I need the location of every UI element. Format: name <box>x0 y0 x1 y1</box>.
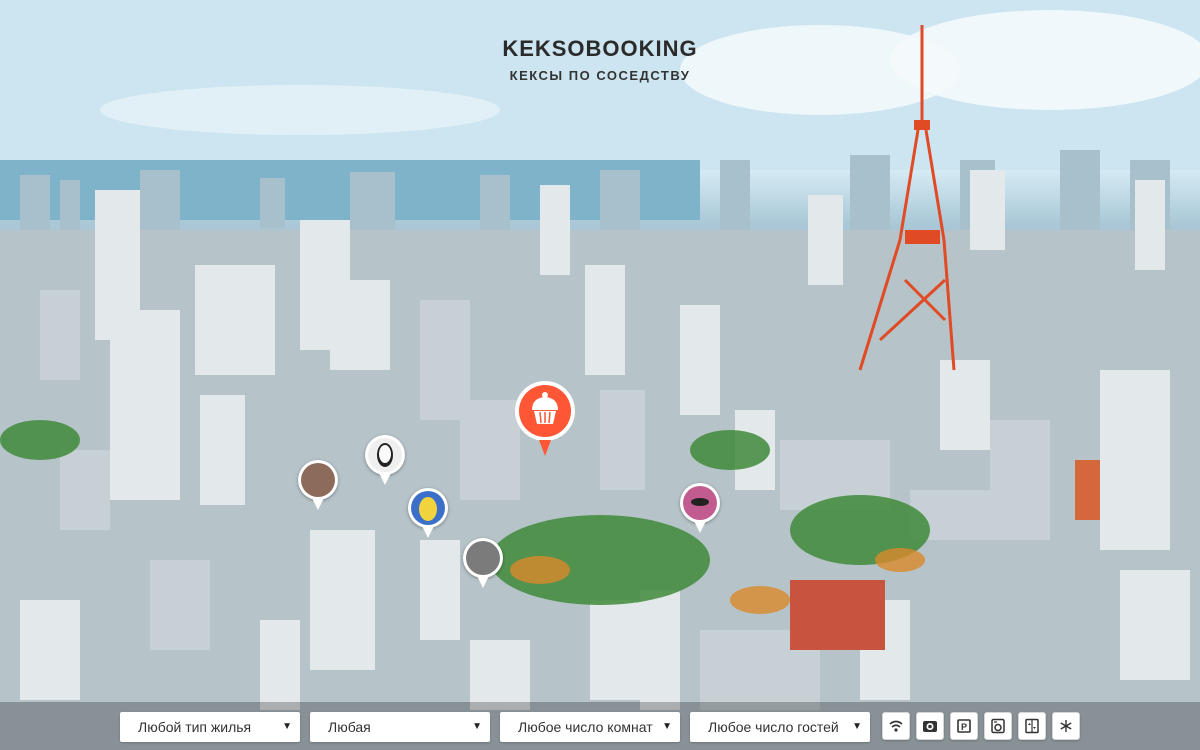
main-pin[interactable] <box>514 380 576 460</box>
map-pin-3[interactable] <box>408 488 448 540</box>
wifi-icon <box>889 720 903 732</box>
washer-icon <box>991 718 1005 734</box>
user-avatar <box>368 438 402 472</box>
housing-type-select[interactable]: Любой тип жилья ▼ <box>120 712 300 742</box>
rooms-value: Любое число комнат <box>518 719 653 735</box>
map-pin-4[interactable] <box>463 538 503 590</box>
user-avatar <box>466 541 500 575</box>
site-header: KEKSOBOOKING КЕКСЫ ПО СОСЕДСТВУ <box>0 36 1200 83</box>
elevator-icon <box>1025 718 1039 734</box>
parking-feature[interactable]: P <box>950 712 978 740</box>
tagline: КЕКСЫ ПО СОСЕДСТВУ <box>509 68 691 83</box>
map-pin-2[interactable] <box>365 435 405 487</box>
housing-type-value: Любой тип жилья <box>138 719 252 735</box>
cupcake-icon <box>515 381 575 456</box>
user-avatar <box>411 491 445 525</box>
snowflake-icon <box>1060 720 1072 732</box>
user-avatar <box>301 463 335 497</box>
guests-select[interactable]: Любое число гостей ▼ <box>690 712 870 742</box>
chevron-down-icon: ▼ <box>662 721 672 732</box>
dishwasher-feature[interactable] <box>916 712 944 740</box>
conditioner-feature[interactable] <box>1052 712 1080 740</box>
user-avatar <box>683 486 717 520</box>
dishwasher-icon <box>923 721 937 732</box>
svg-text:P: P <box>961 722 967 732</box>
map-pin-1[interactable] <box>298 460 338 512</box>
chevron-down-icon: ▼ <box>472 721 482 732</box>
price-select[interactable]: Любая ▼ <box>310 712 490 742</box>
elevator-feature[interactable] <box>1018 712 1046 740</box>
chevron-down-icon: ▼ <box>852 721 862 732</box>
washer-feature[interactable] <box>984 712 1012 740</box>
city-background <box>0 0 1200 750</box>
guests-value: Любое число гостей <box>708 719 839 735</box>
parking-icon: P <box>957 719 971 733</box>
price-value: Любая <box>328 719 371 735</box>
chevron-down-icon: ▼ <box>282 721 292 732</box>
logo: KEKSOBOOKING <box>502 36 698 61</box>
map: KEKSOBOOKING КЕКСЫ ПО СОСЕДСТВУ Любой ти… <box>0 0 1200 750</box>
rooms-select[interactable]: Любое число комнат ▼ <box>500 712 680 742</box>
map-pin-5[interactable] <box>680 483 720 535</box>
wifi-feature[interactable] <box>882 712 910 740</box>
